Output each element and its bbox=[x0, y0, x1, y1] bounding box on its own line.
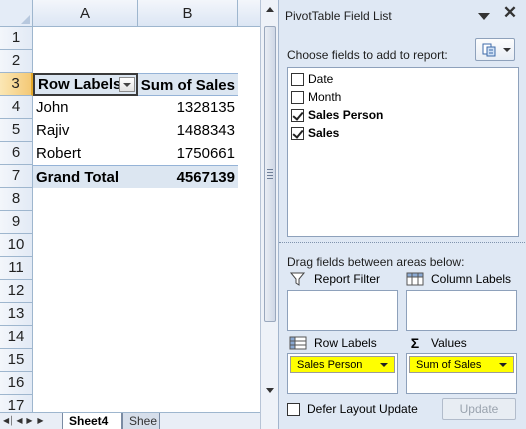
values-field-pill[interactable]: Sum of Sales bbox=[409, 356, 514, 373]
row-header[interactable]: 11 bbox=[0, 257, 33, 280]
field-label: Sales bbox=[308, 126, 340, 140]
pivot-field-list-pane: PivotTable Field List ✕ Choose fields to… bbox=[278, 0, 526, 429]
row-labels-header-text: Row Labels bbox=[38, 76, 122, 93]
column-header-c[interactable] bbox=[238, 0, 260, 27]
scroll-up-arrow-icon[interactable] bbox=[264, 4, 276, 16]
sheet-tab-bar: ◀│ ◀ ▶ ▶ Sheet4 Shee bbox=[0, 412, 260, 429]
column-header-a[interactable]: A bbox=[33, 0, 138, 27]
pane-options-chevron-down-icon[interactable] bbox=[478, 13, 490, 20]
column-labels-grid-icon bbox=[406, 272, 424, 286]
field-list-box: Date Month Sales Person Sales bbox=[287, 67, 519, 237]
table-row: Rajiv 1488343 bbox=[33, 119, 260, 142]
pivot-row-label[interactable]: Robert bbox=[33, 142, 138, 165]
scroll-down-arrow-icon[interactable] bbox=[264, 384, 276, 396]
row-labels-grid-icon bbox=[289, 336, 307, 350]
pivot-table: Row Labels Sum of Sales John 1328135 Raj… bbox=[33, 27, 260, 188]
row-header[interactable]: 13 bbox=[0, 303, 33, 326]
pivot-row-value[interactable]: 1750661 bbox=[138, 142, 238, 165]
row-header[interactable]: 8 bbox=[0, 188, 33, 211]
row-header[interactable]: 6 bbox=[0, 142, 33, 165]
values-field-name: Sum of Sales bbox=[416, 359, 482, 371]
row-header[interactable]: 7 bbox=[0, 165, 33, 188]
row-labels-field-name: Sales Person bbox=[297, 359, 363, 371]
row-header[interactable]: 5 bbox=[0, 119, 33, 142]
row-header[interactable]: 12 bbox=[0, 280, 33, 303]
pane-splitter[interactable] bbox=[279, 242, 526, 245]
field-checkbox[interactable] bbox=[291, 73, 304, 86]
layout-icon bbox=[482, 43, 496, 57]
row-labels-field-pill[interactable]: Sales Person bbox=[290, 356, 395, 373]
scroll-thumb[interactable] bbox=[264, 26, 276, 322]
prev-sheet-arrow-icon[interactable]: ◀ bbox=[15, 415, 24, 427]
first-sheet-arrow-icon[interactable]: ◀│ bbox=[3, 415, 14, 427]
field-checkbox[interactable] bbox=[291, 91, 304, 104]
row-header[interactable]: 10 bbox=[0, 234, 33, 257]
last-sheet-arrow-icon[interactable]: ▶ bbox=[36, 415, 45, 427]
sum-of-sales-header-cell[interactable]: Sum of Sales bbox=[138, 73, 238, 96]
dropdown-arrow-icon[interactable] bbox=[499, 363, 507, 367]
row-header[interactable]: 2 bbox=[0, 50, 33, 73]
row-header[interactable]: 15 bbox=[0, 349, 33, 372]
grand-total-row: Grand Total 4567139 bbox=[33, 165, 260, 188]
sigma-icon: Σ bbox=[410, 335, 420, 351]
select-all-corner[interactable] bbox=[0, 0, 33, 27]
update-button[interactable]: Update bbox=[442, 398, 516, 420]
pivot-row-label[interactable]: John bbox=[33, 96, 138, 119]
pane-title: PivotTable Field List bbox=[285, 9, 392, 23]
field-label: Date bbox=[308, 72, 334, 86]
field-checkbox-checked[interactable] bbox=[291, 127, 304, 140]
field-label: Sales Person bbox=[308, 108, 384, 122]
next-sheet-arrow-icon[interactable]: ▶ bbox=[25, 415, 34, 427]
defer-layout-label: Defer Layout Update bbox=[307, 402, 418, 416]
row-header[interactable]: 16 bbox=[0, 372, 33, 395]
row-labels-header-cell[interactable]: Row Labels bbox=[33, 73, 138, 96]
drag-fields-label: Drag fields between areas below: bbox=[287, 255, 465, 269]
column-labels-drop-area[interactable] bbox=[406, 290, 517, 331]
defer-layout-checkbox[interactable] bbox=[287, 403, 300, 416]
report-filter-drop-area[interactable] bbox=[287, 290, 398, 331]
vertical-scrollbar[interactable] bbox=[260, 0, 278, 429]
column-header-b[interactable]: B bbox=[138, 0, 238, 27]
row-headers: 1 2 3 4 5 6 7 8 9 10 11 12 13 14 15 16 1… bbox=[0, 27, 33, 418]
table-row bbox=[33, 50, 260, 73]
field-label: Month bbox=[308, 90, 342, 104]
chevron-down-icon bbox=[503, 48, 511, 52]
row-header-selected[interactable]: 3 bbox=[0, 73, 33, 96]
values-drop-area[interactable]: Sum of Sales bbox=[406, 353, 517, 394]
field-checkbox-checked[interactable] bbox=[291, 109, 304, 122]
row-labels-drop-area[interactable]: Sales Person bbox=[287, 353, 398, 394]
filter-funnel-icon bbox=[289, 272, 306, 286]
row-header[interactable]: 4 bbox=[0, 96, 33, 119]
dropdown-arrow-icon[interactable] bbox=[380, 363, 388, 367]
row-header[interactable]: 1 bbox=[0, 27, 33, 50]
pivot-header-row: Row Labels Sum of Sales bbox=[33, 73, 260, 96]
close-icon[interactable]: ✕ bbox=[502, 4, 518, 21]
pivot-row-value[interactable]: 1488343 bbox=[138, 119, 238, 142]
row-header[interactable]: 9 bbox=[0, 211, 33, 234]
grand-total-label[interactable]: Grand Total bbox=[33, 165, 138, 188]
sheet-tab[interactable]: Shee bbox=[122, 413, 160, 429]
table-row: Robert 1750661 bbox=[33, 142, 260, 165]
pivot-row-value[interactable]: 1328135 bbox=[138, 96, 238, 119]
table-row bbox=[33, 27, 260, 50]
pivot-row-label[interactable]: Rajiv bbox=[33, 119, 138, 142]
sheet-tab-active[interactable]: Sheet4 bbox=[62, 413, 122, 429]
table-row: John 1328135 bbox=[33, 96, 260, 119]
field-list-layout-button[interactable] bbox=[475, 38, 515, 61]
spreadsheet-grid: A B 1 2 3 4 5 6 7 8 9 10 11 12 13 14 15 … bbox=[0, 0, 260, 429]
row-header[interactable]: 14 bbox=[0, 326, 33, 349]
grand-total-value[interactable]: 4567139 bbox=[138, 165, 238, 188]
filter-dropdown-button[interactable] bbox=[119, 77, 135, 92]
choose-fields-label: Choose fields to add to report: bbox=[287, 48, 448, 62]
